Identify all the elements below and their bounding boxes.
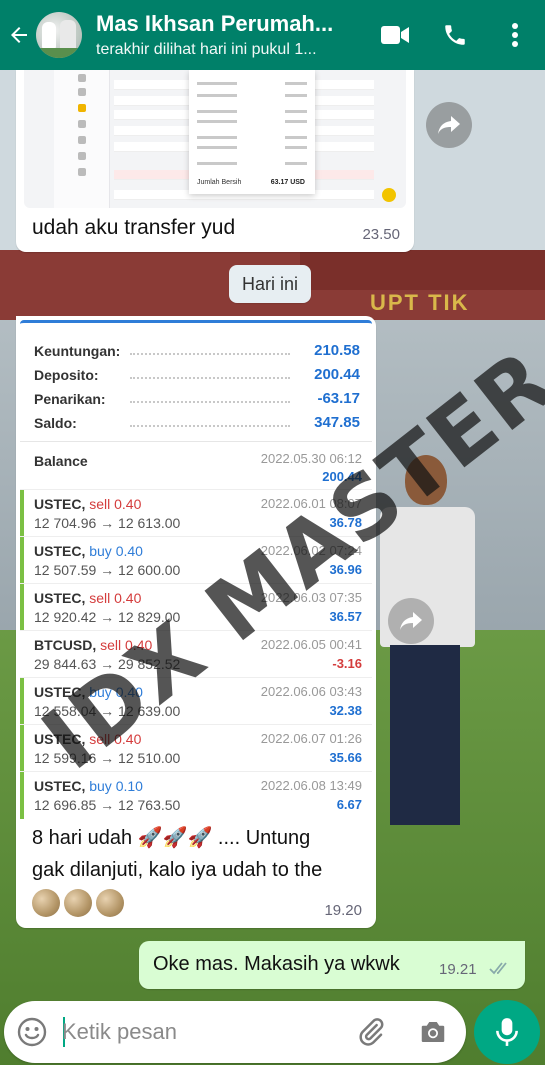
date-separator: Hari ini <box>229 265 311 303</box>
trade-row: USTEC, buy 0.10 12 696.85 → 12 763.50 20… <box>20 771 372 819</box>
trade-row: USTEC, sell 0.40 12 920.42 → 12 829.00 2… <box>20 583 372 631</box>
forward-share-icon[interactable] <box>388 598 434 644</box>
incoming-image-message[interactable]: Keuntungan: 210.58 Deposito: 200.44 Penari… <box>16 316 376 928</box>
wallpaper-sign: UPT TIK <box>370 290 470 315</box>
message-time: 23.50 <box>362 226 400 243</box>
contact-info[interactable]: Mas Ikhsan Perumah... terakhir dilihat h… <box>96 11 366 59</box>
message-text: Oke mas. Makasih ya wkwk <box>153 953 400 975</box>
voice-message-mic-button[interactable] <box>474 1000 540 1064</box>
outgoing-message[interactable]: Oke mas. Makasih ya wkwk 19.21 <box>139 941 525 989</box>
emoji-icon[interactable] <box>16 1016 48 1053</box>
message-time: 19.21 <box>439 961 477 978</box>
trade-row: USTEC, buy 0.40 12 507.59 → 12 600.00 20… <box>20 536 372 584</box>
summary-row-withdrawal: Penarikan: -63.17 <box>34 390 360 407</box>
rocket-emoji: 🚀 <box>162 827 188 849</box>
back-arrow-icon[interactable] <box>2 0 36 70</box>
transfer-screenshot-image[interactable]: Jumlah Bersih 63.17 USD <box>24 70 406 208</box>
divider <box>20 441 372 442</box>
trade-row: USTEC, sell 0.40 12 704.96 → 12 613.00 2… <box>20 489 372 537</box>
contact-avatar[interactable] <box>36 12 82 58</box>
wallpaper-roof-right <box>300 250 545 290</box>
screenshot-total-value: 63.17 USD <box>270 179 305 186</box>
attach-paperclip-icon[interactable] <box>356 1017 386 1052</box>
last-seen-status: terakhir dilihat hari ini pukul 1... <box>96 41 317 58</box>
balance-label: Balance <box>34 453 88 469</box>
trading-history-screenshot[interactable]: Keuntungan: 210.58 Deposito: 200.44 Penari… <box>20 320 372 820</box>
microphone-icon <box>496 1018 518 1046</box>
moon-emoji <box>64 888 92 917</box>
message-text: 8 hari udah 🚀🚀🚀 .... Untung gak dilanjut… <box>32 822 362 918</box>
voice-call-icon[interactable] <box>425 0 485 70</box>
more-options-icon[interactable] <box>485 0 545 70</box>
trade-row: BTCUSD, sell 0.40 29 844.63 → 29 852.52 … <box>20 630 372 678</box>
message-input-bar: Ketik pesan <box>4 1001 466 1063</box>
balance-date: 2022.05.30 06:12 <box>260 451 362 466</box>
balance-value: 200.44 <box>322 469 362 484</box>
message-input[interactable]: Ketik pesan <box>62 1019 177 1045</box>
rocket-emoji: 🚀 <box>187 827 213 849</box>
summary-row-deposit: Deposito: 200.44 <box>34 366 360 383</box>
contact-name: Mas Ikhsan Perumah... <box>96 11 334 36</box>
camera-icon[interactable] <box>418 1017 448 1052</box>
incoming-image-message[interactable]: Jumlah Bersih 63.17 USD udah aku transfe… <box>16 70 414 252</box>
video-call-icon[interactable] <box>365 0 425 70</box>
trade-row: USTEC, sell 0.40 12 599.16 → 12 510.00 2… <box>20 724 372 772</box>
forward-share-icon[interactable] <box>426 102 472 148</box>
trade-row: USTEC, buy 0.40 12 558.04 → 12 639.00 20… <box>20 677 372 725</box>
chat-header: Mas Ikhsan Perumah... terakhir dilihat h… <box>0 0 545 70</box>
message-time: 19.20 <box>324 902 362 919</box>
moon-emoji <box>32 888 60 917</box>
summary-row-balance: Saldo: 347.85 <box>34 414 360 431</box>
double-check-read-icon <box>489 961 511 980</box>
screenshot-total-label: Jumlah Bersih <box>197 179 242 186</box>
summary-row-profit: Keuntungan: 210.58 <box>34 342 360 359</box>
help-bubble-icon <box>382 188 396 202</box>
message-text: udah aku transfer yud <box>32 216 236 239</box>
wallpaper-person <box>380 455 475 865</box>
moon-emoji <box>96 888 124 917</box>
rocket-emoji: 🚀 <box>137 827 163 849</box>
